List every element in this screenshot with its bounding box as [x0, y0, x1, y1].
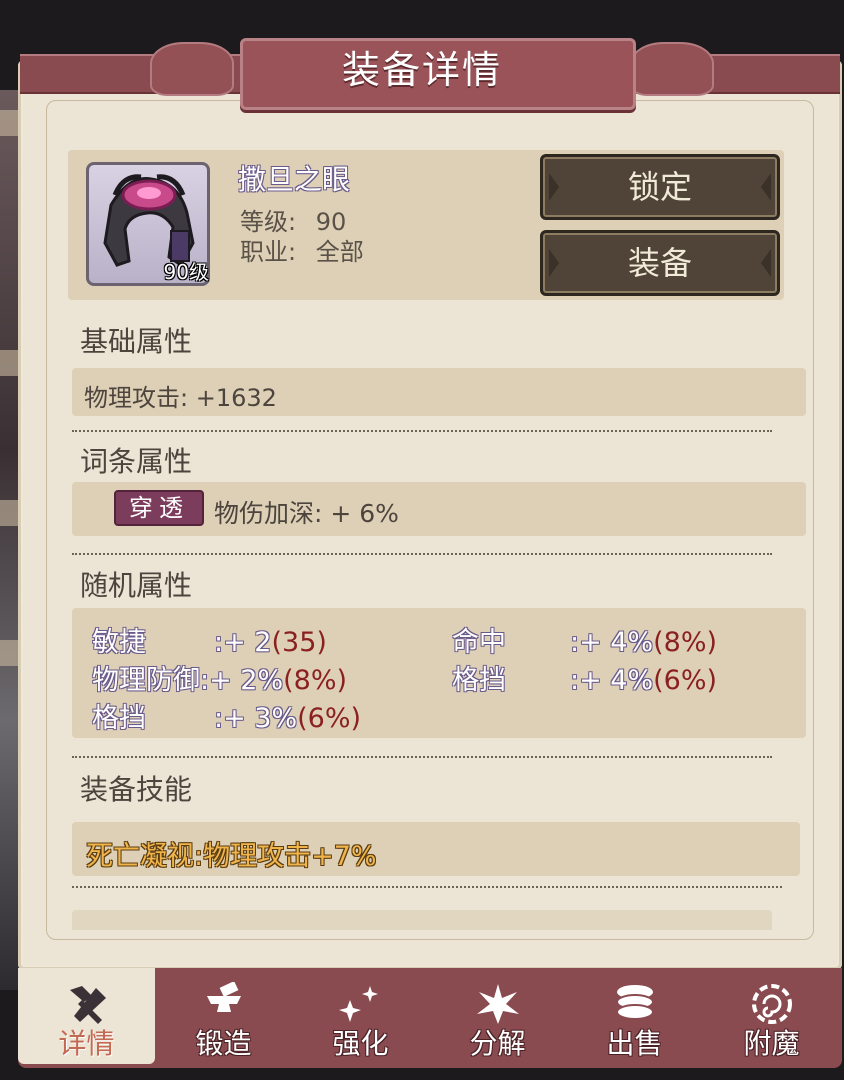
equipment-skill-line: 死亡凝视:物理攻击+7%	[86, 841, 377, 872]
random-stat-max: (8%)	[653, 627, 718, 658]
random-stat-name: 格挡	[92, 703, 146, 734]
random-stat-max: (6%)	[653, 665, 718, 696]
tab-details-label: 详情	[58, 1027, 115, 1060]
section-divider	[72, 553, 772, 555]
tab-sell-label: 出售	[606, 1027, 663, 1060]
tab-details[interactable]: 详情	[18, 968, 155, 1064]
item-class-label: 职业:	[240, 238, 297, 266]
basic-attributes-title: 基础属性	[80, 325, 193, 358]
button-ornament	[761, 173, 771, 201]
tab-enhance-label: 强化	[332, 1027, 389, 1060]
lock-button-label: 锁定	[627, 168, 692, 206]
random-stat-value: :+ 4%	[570, 665, 654, 696]
tab-forge-label: 锻造	[195, 1027, 252, 1060]
random-stat-name: 命中	[452, 627, 506, 658]
detail-scroll-area[interactable]: 90级 撒旦之眼 等级: 90 职业: 全部 锁定 装备 基础属性 物理攻击: …	[68, 150, 808, 930]
equipment-skill-title: 装备技能	[80, 773, 193, 806]
item-level-badge: 90级	[163, 260, 209, 284]
affix-attributes-title: 词条属性	[80, 445, 193, 478]
random-stat-value: :+ 2%	[200, 665, 284, 696]
random-stat-block: 格挡 :+ 3%(6%)	[92, 696, 361, 735]
burst-icon	[477, 984, 519, 1024]
random-stat-accuracy: 命中 :+ 4%(8%)	[452, 620, 717, 659]
tab-enchant[interactable]: 附魔	[703, 968, 840, 1064]
random-stat-physical-defense: 物理防御:+ 2%(8%)	[92, 658, 347, 697]
tab-enhance[interactable]: 强化	[292, 968, 429, 1064]
tab-forge[interactable]: 锻造	[155, 968, 292, 1064]
random-stat-name: 物理防御	[92, 665, 200, 696]
basic-attributes-bar: 物理攻击: +1632	[72, 368, 806, 416]
random-stat-block: 格挡 :+ 4%(6%)	[452, 658, 717, 697]
equip-button-label: 装备	[627, 244, 692, 282]
random-attributes-bar: 敏捷:+ 2(35) 命中:+ 4%(8%) 物理防御:+ 2%(8%) 格挡:…	[72, 608, 806, 738]
affix-attribute-line: 物伤加深: + 6%	[214, 499, 399, 528]
swirl-icon	[752, 984, 792, 1024]
basic-attribute-line: 物理攻击: +1632	[84, 384, 277, 412]
random-stat-max: (6%)	[297, 703, 362, 734]
tab-dismantle[interactable]: 分解	[429, 968, 566, 1064]
random-stat-name: 格挡	[452, 665, 506, 696]
section-divider	[72, 756, 772, 758]
section-divider	[72, 886, 782, 888]
random-stat-value: :+ 3%	[214, 703, 298, 734]
tab-enchant-label: 附魔	[743, 1027, 800, 1060]
random-stat-name: 敏捷	[92, 627, 146, 658]
bottom-tab-bar: 详情 锻造 强化 分解 出售 附魔	[18, 968, 842, 1068]
tab-sell[interactable]: 出售	[566, 968, 703, 1064]
random-stat-agility: 敏捷 :+ 2(35)	[92, 620, 327, 659]
random-stat-max: (8%)	[283, 665, 348, 696]
item-class-value: 全部	[315, 238, 364, 266]
truncated-content-row	[72, 910, 772, 930]
random-stat-max: (35)	[271, 627, 327, 658]
sparkle-icon	[339, 986, 378, 1022]
item-header: 90级 撒旦之眼 等级: 90 职业: 全部 锁定 装备	[68, 150, 784, 300]
section-divider	[72, 430, 772, 432]
random-stat-value: :+ 2	[214, 627, 272, 658]
button-ornament	[761, 249, 771, 277]
hammer-icon	[70, 986, 106, 1024]
item-name: 撒旦之眼	[238, 163, 351, 196]
equip-button[interactable]: 装备	[540, 230, 780, 296]
button-ornament	[549, 249, 559, 277]
equipment-skill-bar: 死亡凝视:物理攻击+7%	[72, 822, 800, 876]
affix-tag-penetrate: 穿透	[114, 490, 204, 526]
panel-title: 装备详情	[341, 48, 502, 92]
coins-icon	[616, 985, 654, 1020]
tab-dismantle-label: 分解	[469, 1027, 526, 1060]
item-icon-frame[interactable]: 90级	[86, 162, 210, 286]
random-attributes-title: 随机属性	[80, 569, 193, 602]
lock-button[interactable]: 锁定	[540, 154, 780, 220]
anvil-icon	[207, 982, 241, 1012]
random-stat-value: :+ 4%	[570, 627, 654, 658]
button-ornament	[549, 173, 559, 201]
item-class-row: 职业: 全部	[240, 232, 364, 267]
affix-attributes-bar: 穿透 物伤加深: + 6%	[72, 482, 806, 536]
